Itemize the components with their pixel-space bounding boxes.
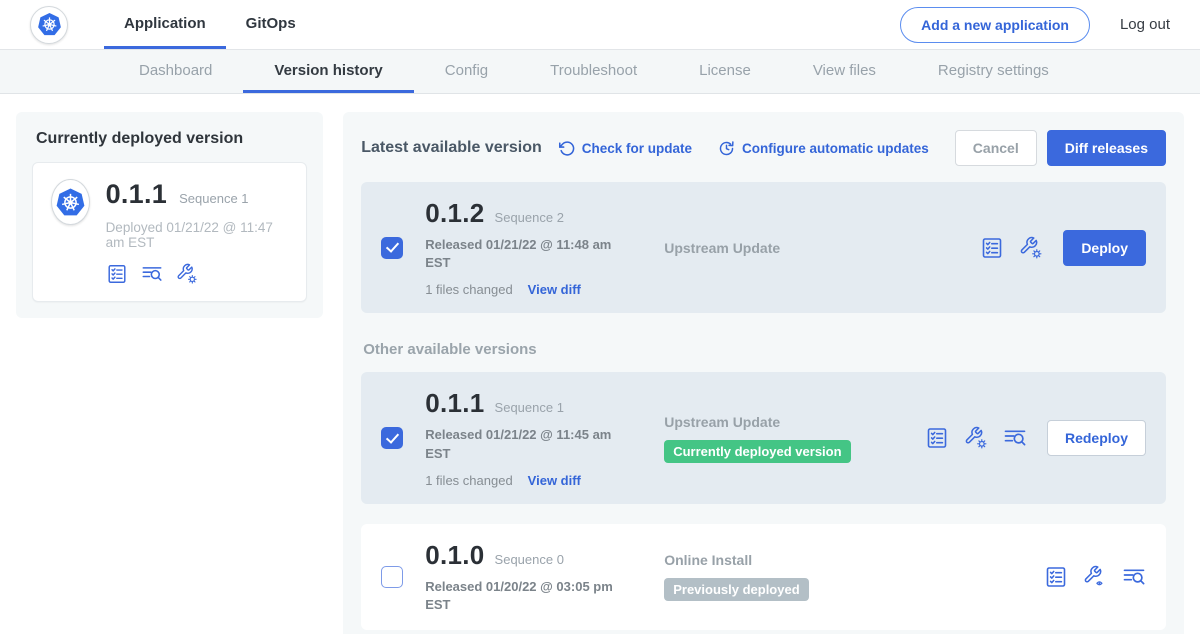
source-label: Upstream Update [664,414,780,430]
version-checkbox-0-1-1[interactable] [381,427,403,449]
available-versions-panel: Latest available version Check for updat… [343,112,1184,634]
tab-application-label: Application [124,15,206,32]
diff-releases-button[interactable]: Diff releases [1047,130,1166,166]
deployed-version-card: 0.1.1 Sequence 1 Deployed 01/21/22 @ 11:… [32,162,307,302]
currently-deployed-title: Currently deployed version [36,130,305,148]
version-row-0-1-2: 0.1.2 Sequence 2 Released 01/21/22 @ 11:… [361,182,1166,313]
version-number: 0.1.0 [425,540,484,571]
app-logo [30,6,68,44]
subnav-version-history-label: Version history [274,62,382,79]
logout-button[interactable]: Log out [1120,16,1170,33]
version-actions: Deploy [980,230,1146,266]
subnav-config-label: Config [445,62,488,79]
version-info: 0.1.2 Sequence 2 Released 01/21/22 @ 11:… [425,198,630,297]
version-actions [1044,565,1146,589]
view-logs-icon[interactable] [1003,426,1027,450]
check-for-update-link[interactable]: Check for update [558,140,692,157]
preflight-checklist-icon[interactable] [1044,565,1068,589]
kubernetes-logo-icon [54,186,87,219]
files-changed-label: 1 files changed [425,473,512,488]
deployed-app-logo [51,179,90,225]
version-info: 0.1.1 Sequence 1 Released 01/21/22 @ 11:… [425,388,630,487]
version-number: 0.1.1 [425,388,484,419]
version-row-0-1-1: 0.1.1 Sequence 1 Released 01/21/22 @ 11:… [361,372,1166,503]
deployed-sequence-label: Sequence 1 [179,191,248,206]
top-navbar: Application GitOps Add a new application… [0,0,1200,50]
sequence-label: Sequence 1 [495,400,564,415]
view-logs-icon[interactable] [1122,565,1146,589]
topnav-spacer [316,0,900,49]
subnav-item-troubleshoot[interactable]: Troubleshoot [519,50,668,93]
preflight-checklist-icon[interactable] [980,236,1004,260]
main-content: Currently deployed version 0.1.1 Sequenc… [0,94,1200,634]
view-diff-link[interactable]: View diff [528,473,581,488]
released-timestamp: Released 01/21/22 @ 11:45 am EST [425,426,620,462]
view-logs-icon[interactable] [141,263,163,285]
kubernetes-logo-icon [36,11,63,38]
source-label: Online Install [664,552,752,568]
app-subnav: Dashboard Version history Config Trouble… [0,50,1200,94]
cancel-button[interactable]: Cancel [955,130,1037,166]
row-spacer [361,504,1166,524]
version-actions: Redeploy [925,420,1146,456]
tab-gitops-label: GitOps [246,15,296,32]
subnav-item-license[interactable]: License [668,50,782,93]
previously-deployed-badge: Previously deployed [664,578,808,601]
other-versions-title: Other available versions [363,341,1164,358]
tab-gitops[interactable]: GitOps [226,0,316,49]
currently-deployed-panel: Currently deployed version 0.1.1 Sequenc… [16,112,323,318]
check-for-update-label: Check for update [582,141,692,156]
subnav-item-config[interactable]: Config [414,50,519,93]
refresh-icon [558,140,575,157]
subnav-registry-settings-label: Registry settings [938,62,1049,79]
subnav-item-dashboard[interactable]: Dashboard [108,50,243,93]
deployed-actions [106,263,289,285]
subnav-item-version-history[interactable]: Version history [243,50,413,93]
edit-config-icon[interactable] [964,426,988,450]
sequence-label: Sequence 0 [495,552,564,567]
version-source: Upstream Update [630,240,980,256]
files-changed-label: 1 files changed [425,282,512,297]
version-checkbox-0-1-2[interactable] [381,237,403,259]
add-new-application-button[interactable]: Add a new application [900,7,1090,43]
subnav-item-view-files[interactable]: View files [782,50,907,93]
released-timestamp: Released 01/20/22 @ 03:05 pm EST [425,578,620,614]
sequence-label: Sequence 2 [495,210,564,225]
deploy-button[interactable]: Deploy [1063,230,1146,266]
preflight-checklist-icon[interactable] [106,263,128,285]
deployed-timestamp: Deployed 01/21/22 @ 11:47 am EST [106,220,289,250]
edit-config-icon[interactable] [176,263,198,285]
subnav-dashboard-label: Dashboard [139,62,212,79]
edit-config-icon[interactable] [1019,236,1043,260]
deployed-version-number: 0.1.1 [106,179,168,210]
version-checkbox-0-1-0[interactable] [381,566,403,588]
deployed-version-info: 0.1.1 Sequence 1 Deployed 01/21/22 @ 11:… [106,179,289,285]
version-source: Online Install Previously deployed [630,552,1044,601]
view-diff-link[interactable]: View diff [528,282,581,297]
version-row-0-1-0: 0.1.0 Sequence 0 Released 01/20/22 @ 03:… [361,524,1166,630]
available-versions-header: Latest available version Check for updat… [361,130,1166,166]
subnav-license-label: License [699,62,751,79]
released-timestamp: Released 01/21/22 @ 11:48 am EST [425,236,620,272]
version-source: Upstream Update Currently deployed versi… [630,414,925,463]
view-config-icon[interactable] [1083,565,1107,589]
version-info: 0.1.0 Sequence 0 Released 01/20/22 @ 03:… [425,540,630,614]
configure-automatic-updates-link[interactable]: Configure automatic updates [718,140,929,157]
subnav-item-registry-settings[interactable]: Registry settings [907,50,1080,93]
tab-application[interactable]: Application [104,0,226,49]
subnav-view-files-label: View files [813,62,876,79]
source-label: Upstream Update [664,240,780,256]
latest-available-title: Latest available version [361,139,542,157]
schedule-clock-icon [718,140,735,157]
version-number: 0.1.2 [425,198,484,229]
subnav-troubleshoot-label: Troubleshoot [550,62,637,79]
configure-automatic-updates-label: Configure automatic updates [742,141,929,156]
currently-deployed-badge: Currently deployed version [664,440,850,463]
preflight-checklist-icon[interactable] [925,426,949,450]
redeploy-button[interactable]: Redeploy [1047,420,1146,456]
diff-mode-actions: Cancel Diff releases [955,130,1166,166]
